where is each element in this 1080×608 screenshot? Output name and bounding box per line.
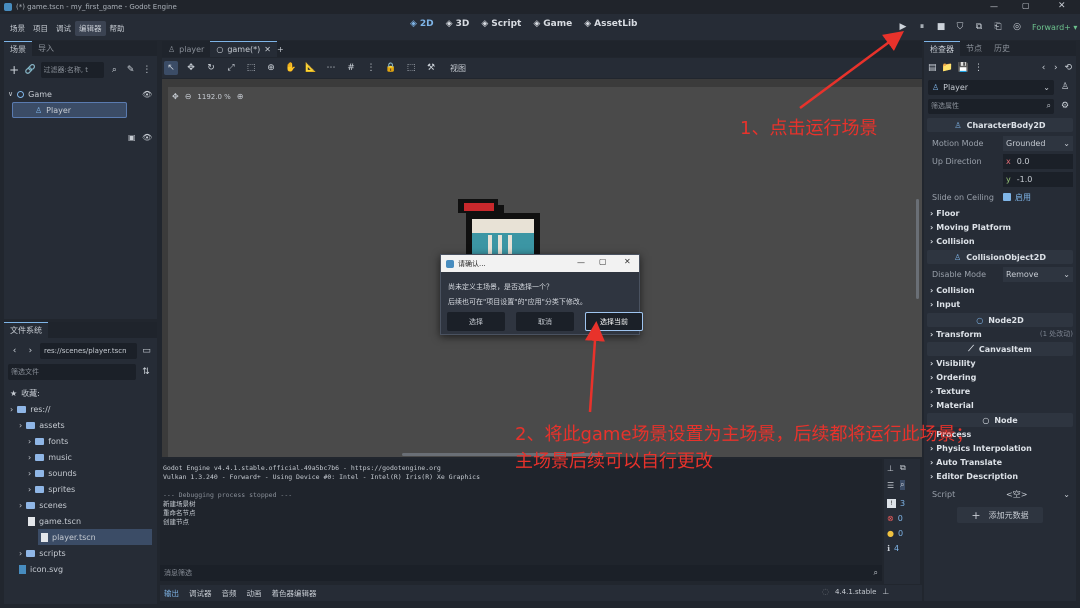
annotation-step2-line1: 2、将此game场景设置为主场景，后续都将运行此场景； [515,424,974,445]
annotation-step2-line2: 主场景后续可以自行更改 [515,451,713,472]
annotation-arrows [584,31,905,413]
arrow-to-choose-current [584,321,605,413]
arrow-to-run-button [799,31,905,110]
annotation-step1: 1、点击运行场景 [740,118,878,139]
